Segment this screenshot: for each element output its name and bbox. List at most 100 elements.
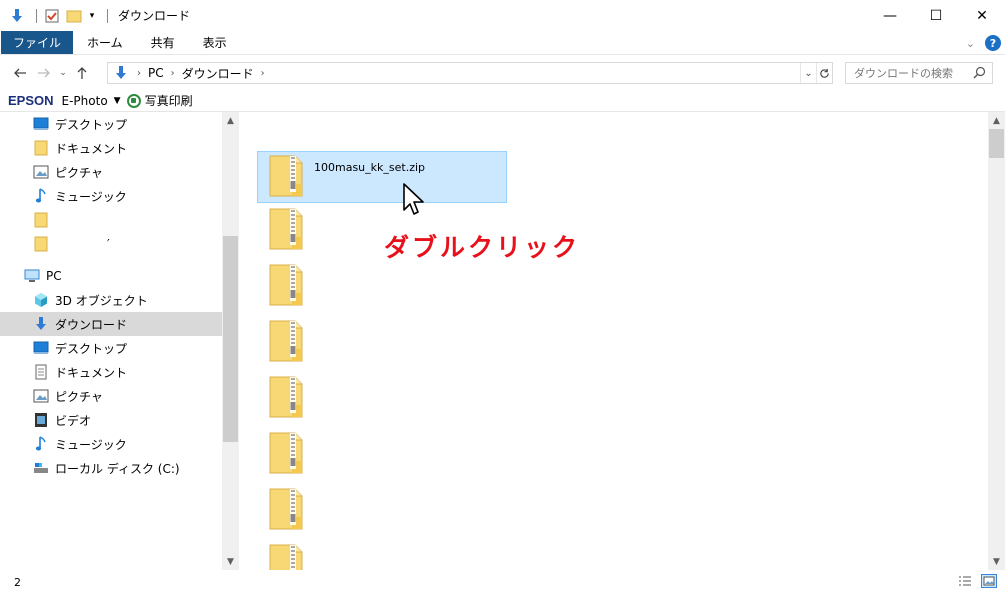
dropdown-icon[interactable]: ▼ bbox=[114, 96, 121, 106]
download-icon bbox=[33, 316, 49, 332]
breadcrumb-chevron-icon: › bbox=[137, 67, 141, 79]
quick-access-toolbar: ▾ ダウンロード bbox=[0, 0, 190, 31]
nav-item-label: デスクトップ bbox=[55, 341, 128, 356]
nav-item-label: ドキュメント bbox=[55, 141, 128, 156]
nav-item-3d-objects[interactable]: 3D オブジェクト bbox=[0, 288, 222, 312]
photo-print-button[interactable]: 写真印刷 bbox=[126, 92, 193, 109]
window-title: ダウンロード bbox=[118, 9, 191, 23]
properties-icon[interactable] bbox=[43, 7, 61, 25]
customize-quick-access-icon[interactable]: ▾ bbox=[87, 7, 97, 25]
nav-item-label: 3D オブジェクト bbox=[55, 293, 148, 308]
breadcrumb-chevron-icon: › bbox=[170, 67, 175, 79]
nav-item-pictures-2[interactable]: ピクチャ bbox=[0, 384, 222, 408]
expand-ribbon-icon[interactable]: ⌄ bbox=[966, 37, 975, 50]
recent-locations-button[interactable]: ⌄ bbox=[56, 61, 70, 85]
large-icons-view-button[interactable] bbox=[981, 574, 997, 588]
back-button[interactable] bbox=[8, 61, 32, 85]
arrow-up-icon bbox=[77, 67, 87, 79]
up-button[interactable] bbox=[70, 61, 94, 85]
folder-icon bbox=[33, 140, 49, 156]
desktop-icon bbox=[33, 340, 49, 356]
zip-folder-icon[interactable] bbox=[268, 431, 304, 475]
help-icon[interactable]: ? bbox=[985, 35, 1001, 51]
zip-folder-icon[interactable] bbox=[268, 375, 304, 419]
address-history-dropdown[interactable]: ⌄ bbox=[800, 63, 816, 83]
navigation-pane-scrollbar[interactable]: ▲ ▼ bbox=[222, 112, 239, 570]
folder-icon bbox=[33, 212, 49, 228]
close-button[interactable]: ✕ bbox=[959, 0, 1005, 31]
breadcrumb-pc[interactable]: PC bbox=[148, 66, 164, 80]
desktop-icon bbox=[33, 116, 49, 132]
scroll-up-icon[interactable]: ▲ bbox=[222, 112, 239, 129]
zip-folder-icon[interactable] bbox=[268, 263, 304, 307]
forward-button[interactable] bbox=[32, 61, 56, 85]
tab-share[interactable]: 共有 bbox=[137, 31, 189, 54]
double-click-annotation: ダブルクリック bbox=[384, 233, 581, 262]
details-view-icon bbox=[959, 576, 971, 586]
ephoto-menu[interactable]: E-Photo bbox=[62, 94, 108, 108]
photo-print-label: 写真印刷 bbox=[144, 94, 193, 108]
tab-file[interactable]: ファイル bbox=[1, 31, 74, 54]
zip-folder-icon[interactable] bbox=[268, 154, 304, 198]
folder-icon bbox=[33, 236, 49, 252]
music-icon bbox=[33, 436, 49, 452]
music-icon bbox=[33, 188, 49, 204]
nav-item-downloads[interactable]: ダウンロード bbox=[0, 312, 222, 336]
video-icon bbox=[33, 412, 49, 428]
nav-item-folder[interactable] bbox=[0, 208, 222, 232]
nav-item-music-2[interactable]: ミュージック bbox=[0, 432, 222, 456]
nav-item-desktop[interactable]: デスクトップ bbox=[0, 112, 222, 136]
document-icon bbox=[33, 364, 49, 380]
navigation-bar: ⌄ › PC › ダウンロード › ⌄ bbox=[0, 56, 1005, 90]
nav-item-local-disk[interactable]: ローカル ディスク (C:) bbox=[0, 456, 222, 480]
breadcrumb-downloads[interactable]: ダウンロード bbox=[182, 65, 254, 82]
minimize-button[interactable]: — bbox=[867, 0, 913, 31]
nav-item-label: ダウンロード bbox=[55, 317, 128, 332]
large-icons-view-icon bbox=[983, 576, 995, 586]
nav-item-label: デスクトップ bbox=[55, 117, 128, 132]
address-bar[interactable]: › PC › ダウンロード › ⌄ bbox=[107, 62, 833, 84]
navigation-pane: デスクトップ ドキュメント ピクチャ ミュージック ′ PC 3D オブジェクト… bbox=[0, 112, 240, 570]
scroll-down-icon[interactable]: ▼ bbox=[222, 553, 239, 570]
nav-item-pictures[interactable]: ピクチャ bbox=[0, 160, 222, 184]
3d-objects-icon bbox=[33, 292, 49, 308]
separator bbox=[107, 8, 108, 23]
maximize-button[interactable]: ☐ bbox=[913, 0, 959, 31]
item-count: 2 bbox=[14, 575, 21, 589]
search-box[interactable] bbox=[845, 62, 993, 84]
nav-item-videos[interactable]: ビデオ bbox=[0, 408, 222, 432]
tab-home[interactable]: ホーム bbox=[73, 31, 137, 54]
scrollbar-thumb[interactable] bbox=[223, 236, 238, 442]
drive-icon bbox=[33, 460, 49, 476]
zip-folder-icon[interactable] bbox=[268, 207, 304, 251]
nav-item-documents[interactable]: ドキュメント bbox=[0, 136, 222, 160]
search-input[interactable] bbox=[854, 66, 964, 80]
file-list-scrollbar[interactable]: ▲ ▼ bbox=[988, 112, 1005, 570]
new-folder-icon[interactable] bbox=[65, 7, 83, 25]
nav-item-documents-2[interactable]: ドキュメント bbox=[0, 360, 222, 384]
scroll-down-icon[interactable]: ▼ bbox=[988, 553, 1005, 570]
file-name-label: 100masu_kk_set.zip bbox=[314, 161, 426, 174]
pictures-icon bbox=[33, 388, 49, 404]
mouse-cursor-icon bbox=[403, 183, 424, 215]
zip-folder-icon[interactable] bbox=[268, 319, 304, 363]
scroll-up-icon[interactable]: ▲ bbox=[988, 112, 1005, 129]
title-bar: ▾ ダウンロード — ☐ ✕ bbox=[0, 0, 1005, 31]
nav-item-folder-2[interactable]: ′ bbox=[0, 232, 222, 256]
epson-toolbar: EPSON E-Photo ▼ 写真印刷 bbox=[0, 90, 1005, 112]
refresh-button[interactable] bbox=[816, 63, 832, 83]
nav-item-label: ドキュメント bbox=[55, 365, 128, 380]
status-bar: 2 bbox=[0, 570, 1005, 594]
nav-item-desktop-2[interactable]: デスクトップ bbox=[0, 336, 222, 360]
ribbon-tabs: ファイル ホーム 共有 表示 ⌄ ? bbox=[0, 31, 1005, 55]
scrollbar-thumb[interactable] bbox=[989, 129, 1004, 158]
arrow-right-icon bbox=[38, 68, 50, 78]
nav-item-label: PC bbox=[46, 269, 62, 283]
tab-view[interactable]: 表示 bbox=[189, 31, 241, 54]
download-icon bbox=[8, 7, 26, 25]
print-icon bbox=[126, 93, 141, 108]
details-view-button[interactable] bbox=[957, 574, 973, 588]
zip-folder-icon[interactable] bbox=[268, 487, 304, 531]
nav-item-music[interactable]: ミュージック bbox=[0, 184, 222, 208]
nav-item-pc[interactable]: PC bbox=[0, 264, 222, 288]
